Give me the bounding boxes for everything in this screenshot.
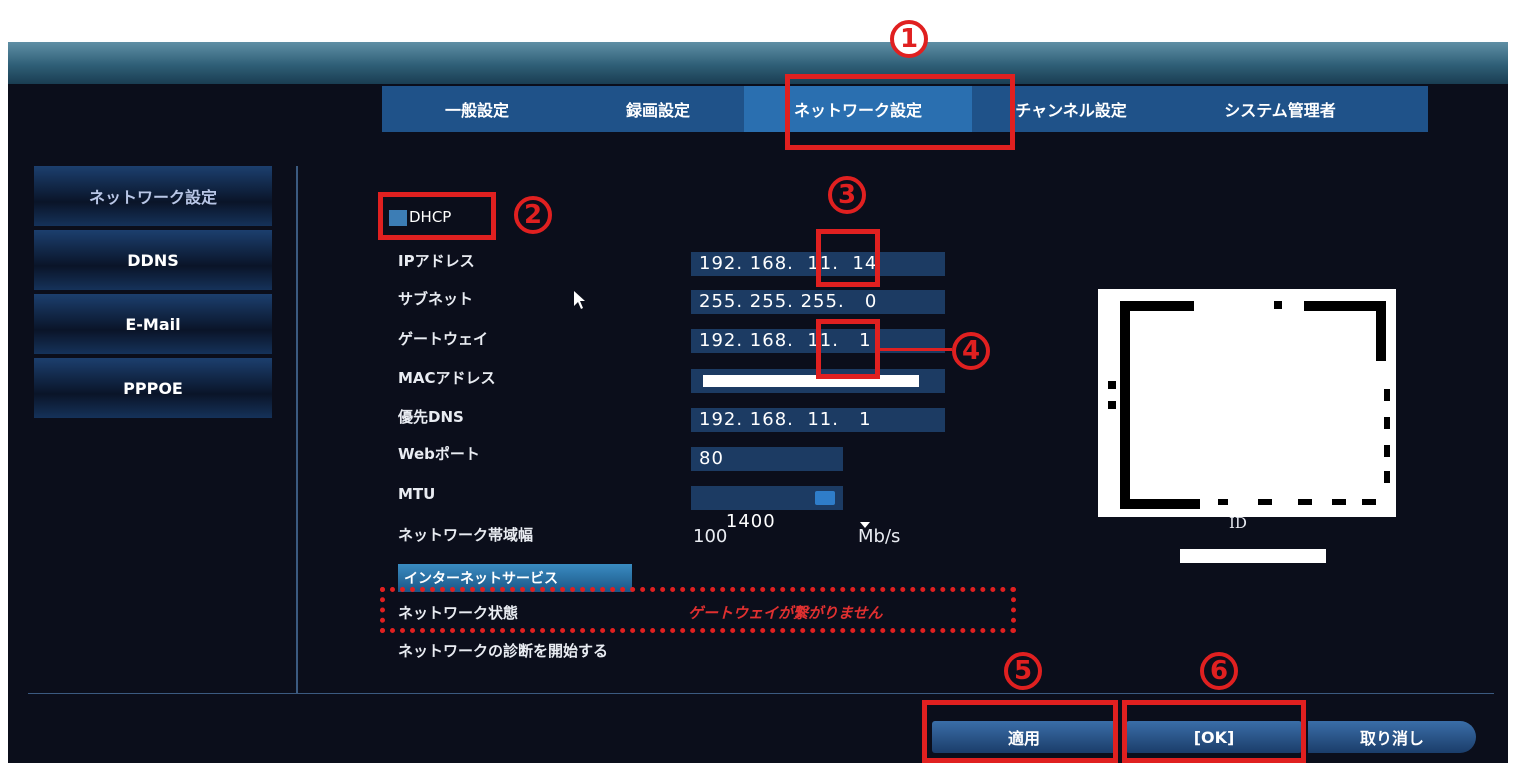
callout-1: 1 [890, 20, 928, 58]
sidebar-item-pppoe[interactable]: PPPOE [34, 358, 272, 418]
chevron-down-icon [815, 491, 871, 528]
web-port-field[interactable]: 80 [691, 447, 843, 471]
subnet-field[interactable]: 255. 255. 255. 0 [691, 290, 945, 314]
device-id-redaction [1180, 549, 1326, 563]
tab-recording[interactable]: 録画設定 [572, 86, 744, 132]
highlight-dhcp [378, 192, 496, 240]
highlight-ip-octet [816, 229, 880, 287]
dvr-settings-screen: 一般設定 録画設定 ネットワーク設定 チャンネル設定 システム管理者 ネットワー… [8, 42, 1508, 763]
preferred-dns-label: 優先DNS [398, 408, 464, 426]
callout-6: 6 [1200, 652, 1238, 690]
tab-general[interactable]: 一般設定 [382, 86, 572, 132]
bandwidth-label: ネットワーク帯域幅 [398, 526, 534, 544]
ip-address-label: IPアドレス [398, 252, 475, 270]
sidebar: ネットワーク設定 DDNS E-Mail PPPOE [34, 166, 272, 418]
highlight-apply-button [922, 700, 1118, 763]
mtu-select[interactable]: 1400 [691, 486, 871, 532]
bandwidth-unit: Mb/s [858, 526, 901, 547]
mac-redaction [703, 375, 919, 387]
highlight-network-tab [785, 74, 1015, 150]
device-id-label: ID [1229, 514, 1247, 532]
highlight-ok-button [1122, 700, 1306, 763]
sidebar-item-ddns[interactable]: DDNS [34, 230, 272, 290]
callout-4: 4 [952, 332, 990, 370]
callout-2: 2 [514, 196, 552, 234]
status-highlight-box [380, 587, 1016, 633]
subnet-label: サブネット [398, 290, 474, 308]
web-port-label: Webポート [398, 445, 480, 463]
sidebar-item-email[interactable]: E-Mail [34, 294, 272, 354]
callout-4-connector [880, 348, 952, 351]
footer-divider [28, 693, 1494, 694]
highlight-gateway-octet [816, 319, 880, 379]
bandwidth-value: 100 [693, 526, 728, 547]
callout-5: 5 [1004, 652, 1042, 690]
sidebar-divider [296, 166, 298, 694]
qr-code [1098, 289, 1396, 517]
tab-system-admin[interactable]: システム管理者 [1170, 86, 1390, 132]
cancel-button[interactable]: 取り消し [1308, 721, 1476, 753]
mtu-value: 1400 [725, 511, 776, 532]
mtu-label: MTU [398, 485, 436, 503]
qr-code-pattern [1108, 301, 1390, 509]
network-diagnose-link[interactable]: ネットワークの診断を開始する [398, 640, 608, 661]
sidebar-item-network[interactable]: ネットワーク設定 [34, 166, 272, 226]
mouse-cursor-icon [574, 291, 585, 309]
preferred-dns-field[interactable]: 192. 168. 11. 1 [691, 408, 945, 432]
callout-3: 3 [828, 176, 866, 214]
gateway-label: ゲートウェイ [398, 330, 489, 348]
mac-address-label: MACアドレス [398, 369, 496, 387]
title-bar [8, 42, 1508, 84]
